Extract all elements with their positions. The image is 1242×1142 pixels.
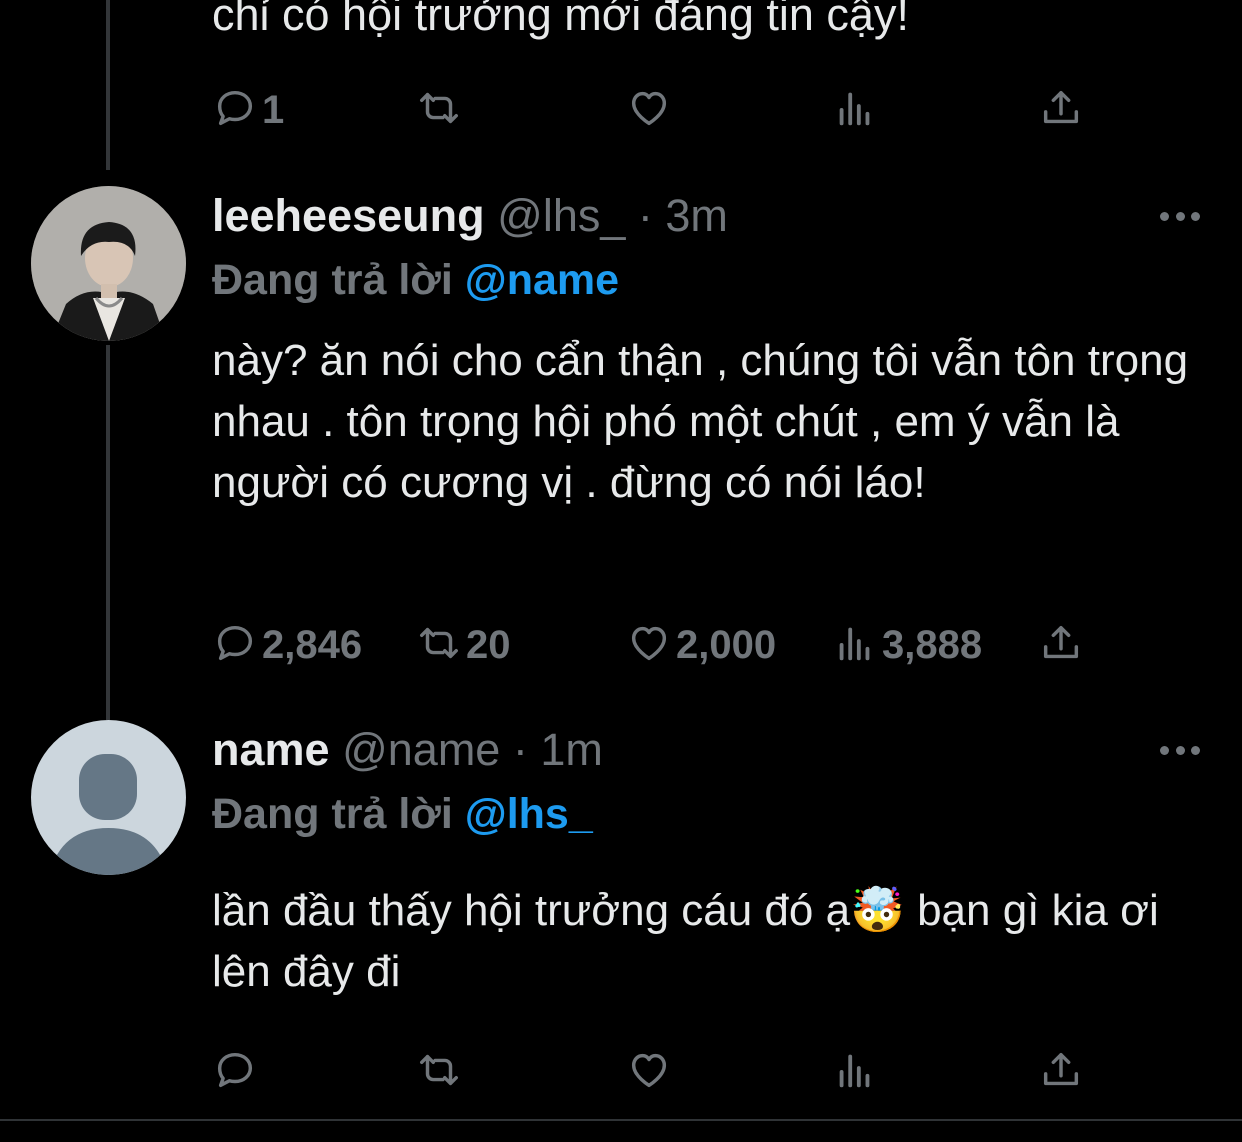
timestamp[interactable]: 3m [665,190,728,241]
retweet-icon [416,1047,462,1098]
views-count: 3,888 [882,623,983,667]
default-avatar-icon [31,720,186,875]
reply-button[interactable]: 2,846 [212,615,362,675]
tweet-header: name @name · 1m [212,722,603,778]
display-name[interactable]: leeheeseung [212,190,485,241]
reply-button[interactable]: 1 [212,80,284,140]
like-count: 2,000 [676,623,777,667]
views-button[interactable] [832,1042,882,1102]
share-icon [1038,620,1084,671]
like-icon [626,85,672,136]
views-icon [832,85,878,136]
like-button[interactable] [626,1042,676,1102]
retweet-button[interactable] [416,80,466,140]
user-handle[interactable]: @lhs_ [497,190,625,241]
retweet-icon [416,85,462,136]
reply-icon [212,85,258,136]
retweet-button[interactable]: 20 [416,615,511,675]
tweet-actions [212,1042,1092,1102]
tweet-actions: 2,846 20 2,000 3,888 [212,615,1092,675]
retweet-count: 20 [466,623,511,667]
retweet-icon [416,620,462,671]
reply-icon [212,1047,258,1098]
user-handle[interactable]: @name [342,724,500,775]
avatar-photo [31,186,186,341]
display-name[interactable]: name [212,724,330,775]
reply-icon [212,620,258,671]
like-button[interactable]: 2,000 [626,615,776,675]
more-icon[interactable] [1160,746,1200,758]
views-button[interactable] [832,80,882,140]
avatar-default[interactable] [31,720,186,875]
prev-tweet-text: chỉ có hội trưởng mới đáng tin cậy! [212,0,909,40]
more-icon[interactable] [1160,212,1200,224]
tweet-divider [0,1119,1242,1121]
share-icon [1038,1047,1084,1098]
like-button[interactable] [626,80,676,140]
replying-to: Đang trả lời @name [212,252,619,308]
replying-prefix: Đang trả lời [212,790,453,838]
views-button[interactable]: 3,888 [832,615,982,675]
like-icon [626,620,672,671]
share-button[interactable] [1038,615,1084,675]
mention-link[interactable]: @name [465,256,619,304]
timestamp[interactable]: 1m [540,724,603,775]
share-icon [1038,85,1084,136]
separator-dot: · [512,724,528,775]
thread-line-top [106,0,110,170]
thread-line-middle [106,345,110,720]
reply-count: 1 [262,88,285,132]
replying-prefix: Đang trả lời [212,256,453,304]
share-button[interactable] [1038,80,1084,140]
tweet-text: lần đầu thấy hội trưởng cáu đó ạ🤯 bạn gì… [212,886,1159,996]
avatar[interactable] [31,186,186,341]
tweet-header: leeheeseung @lhs_ · 3m [212,188,728,244]
replying-to: Đang trả lời @lhs_ [212,786,593,842]
tweet-text: này? ăn nói cho cẩn thận , chúng tôi vẫn… [212,336,1189,507]
prev-tweet-actions: 1 [212,80,1092,140]
views-icon [832,1047,878,1098]
like-icon [626,1047,672,1098]
reply-count: 2,846 [262,623,363,667]
views-icon [832,620,878,671]
mention-link[interactable]: @lhs_ [465,790,593,838]
separator-dot: · [637,190,653,241]
share-button[interactable] [1038,1042,1084,1102]
reply-button[interactable] [212,1042,262,1102]
retweet-button[interactable] [416,1042,466,1102]
